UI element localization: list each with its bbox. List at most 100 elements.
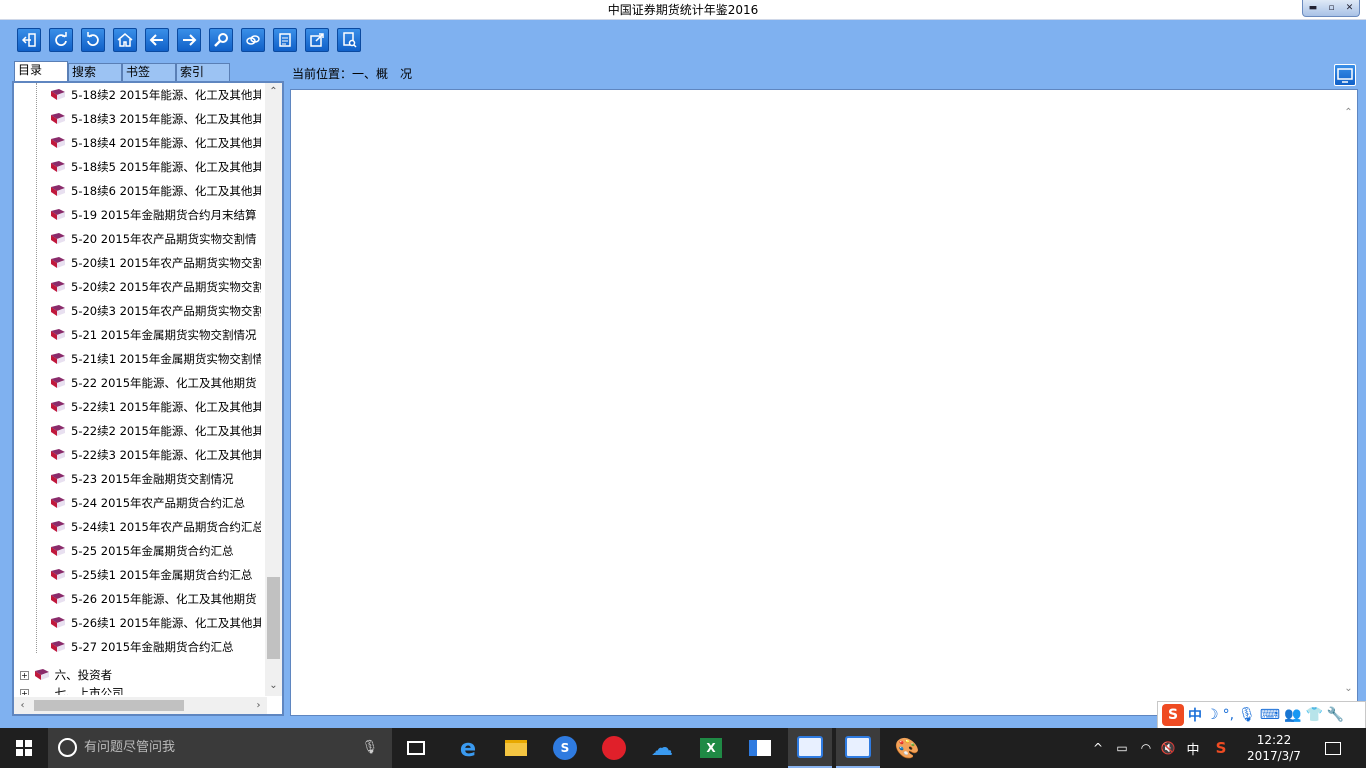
content-scrollbar[interactable]: ⌃ ⌄ xyxy=(1340,90,1357,715)
tree-item[interactable]: 5-20续3 2015年农产品期货实物交割 xyxy=(44,299,261,323)
tree-item-label: 5-22续1 2015年能源、化工及其他其 xyxy=(71,400,261,414)
tray-sogou[interactable]: S xyxy=(1210,728,1232,768)
start-button[interactable] xyxy=(0,728,48,768)
taskbar-app[interactable] xyxy=(744,728,776,768)
scroll-down-icon[interactable]: ⌄ xyxy=(265,677,282,694)
taskbar-search-box[interactable]: 有问题尽管问我 🎙 xyxy=(48,728,392,768)
tree-item[interactable]: 5-22 2015年能源、化工及其他期货 xyxy=(44,371,261,395)
tree-item[interactable]: 5-22续3 2015年能源、化工及其他其 xyxy=(44,443,261,467)
close-icon[interactable]: ✕ xyxy=(1346,0,1354,18)
sogou-logo-icon[interactable]: S xyxy=(1162,704,1184,726)
tree-item[interactable]: 5-20 2015年农产品期货实物交割情 xyxy=(44,227,261,251)
tree-section-label: 六、投资者 xyxy=(54,668,113,682)
back-button[interactable] xyxy=(145,28,169,52)
find-in-page-button[interactable] xyxy=(337,28,361,52)
folder-icon xyxy=(505,740,527,756)
tree-item[interactable]: 5-18续3 2015年能源、化工及其他其 xyxy=(44,107,261,131)
expand-icon[interactable]: + xyxy=(20,689,29,695)
expand-icon[interactable]: + xyxy=(20,671,29,680)
taskbar-excel[interactable]: X xyxy=(695,728,727,768)
document-view[interactable]: ⌃ ⌄ xyxy=(290,89,1358,716)
taskbar-edge[interactable]: e xyxy=(452,728,484,768)
tree-item[interactable]: 5-24续1 2015年农产品期货合约汇总 xyxy=(44,515,261,539)
search-button[interactable] xyxy=(209,28,233,52)
taskbar-yearbook-reader[interactable] xyxy=(788,728,832,768)
book-icon xyxy=(51,113,65,124)
scroll-up-icon[interactable]: ⌃ xyxy=(1340,104,1357,121)
forward-button[interactable] xyxy=(177,28,201,52)
exit-button[interactable] xyxy=(17,28,41,52)
refresh-icon xyxy=(55,32,67,46)
tree-item[interactable]: 5-18续6 2015年能源、化工及其他其 xyxy=(44,179,261,203)
tree-item[interactable]: 5-23 2015年金融期货交割情况 xyxy=(44,467,261,491)
refresh-button[interactable] xyxy=(49,28,73,52)
tree-item[interactable]: 5-20续2 2015年农产品期货实物交割 xyxy=(44,275,261,299)
tree-item[interactable]: 5-26 2015年能源、化工及其他期货 xyxy=(44,587,261,611)
microphone-icon[interactable]: 🎙 xyxy=(361,728,378,768)
tray-battery[interactable]: ▭ xyxy=(1112,728,1132,768)
microphone-icon[interactable]: 🎙 xyxy=(1238,707,1256,723)
tray-clock[interactable]: 12:22 2017/3/7 xyxy=(1238,728,1310,768)
scrollbar-thumb[interactable] xyxy=(267,577,280,659)
tree-vertical-scrollbar[interactable]: ⌃ ⌄ xyxy=(265,83,282,696)
maximize-icon[interactable]: ▫ xyxy=(1328,0,1334,18)
scroll-up-icon[interactable]: ⌃ xyxy=(265,83,282,100)
tree-item[interactable]: 5-26续1 2015年能源、化工及其他其 xyxy=(44,611,261,635)
home-button[interactable] xyxy=(113,28,137,52)
scroll-left-icon[interactable]: ‹ xyxy=(14,697,31,714)
tree-item[interactable]: 5-22续2 2015年能源、化工及其他其 xyxy=(44,419,261,443)
tree-item[interactable]: 5-19 2015年金融期货合约月末结算 xyxy=(44,203,261,227)
tree-item[interactable]: 5-18续5 2015年能源、化工及其他其 xyxy=(44,155,261,179)
tree-item[interactable]: 5-20续1 2015年农产品期货实物交割 xyxy=(44,251,261,275)
taskbar-paint[interactable]: 🎨 xyxy=(891,728,923,768)
tree-item[interactable]: 5-21续1 2015年金属期货实物交割情 xyxy=(44,347,261,371)
tree-item[interactable]: 5-27 2015年金融期货合约汇总 xyxy=(44,635,261,659)
taskbar-yearbook-reader-2[interactable] xyxy=(836,728,880,768)
tree-item[interactable]: 5-25续1 2015年金属期货合约汇总 xyxy=(44,563,261,587)
tray-network[interactable]: ◠ xyxy=(1136,728,1156,768)
tree-item-label: 5-22 2015年能源、化工及其他期货 xyxy=(71,376,257,390)
tray-volume[interactable]: 🔇 xyxy=(1158,728,1178,768)
reload-button[interactable] xyxy=(81,28,105,52)
user-icon[interactable]: 👥 xyxy=(1284,707,1301,723)
tray-ime[interactable]: 中 xyxy=(1182,728,1204,768)
wrench-icon[interactable]: 🔧 xyxy=(1327,707,1344,723)
action-center-button[interactable] xyxy=(1318,728,1348,768)
link-button[interactable] xyxy=(241,28,265,52)
tree-item[interactable]: 5-21 2015年金属期货实物交割情况 xyxy=(44,323,261,347)
tree-item[interactable]: 5-24 2015年农产品期货合约汇总 xyxy=(44,491,261,515)
book-icon xyxy=(51,305,65,316)
tree-section-row[interactable]: + 七、上市公司 xyxy=(20,681,124,695)
export-button[interactable] xyxy=(305,28,329,52)
tab-search[interactable]: 搜索 xyxy=(68,63,122,81)
ime-mode-toggle[interactable]: 中 xyxy=(1188,705,1202,725)
tree-item[interactable]: 5-18续4 2015年能源、化工及其他其 xyxy=(44,131,261,155)
punctuation-icon[interactable]: °, xyxy=(1223,707,1234,723)
tab-contents[interactable]: 目录 xyxy=(14,61,68,82)
task-view-button[interactable] xyxy=(400,728,432,768)
notes-button[interactable] xyxy=(273,28,297,52)
taskbar-sogou-browser[interactable]: S xyxy=(549,728,581,768)
tree-horizontal-scrollbar[interactable]: ‹ › xyxy=(14,697,267,714)
tree-item[interactable]: 5-18续2 2015年能源、化工及其他其 xyxy=(44,83,261,107)
fullscreen-button[interactable] xyxy=(1334,64,1356,86)
scroll-right-icon[interactable]: › xyxy=(250,697,267,714)
tree-item[interactable]: 5-22续1 2015年能源、化工及其他其 xyxy=(44,395,261,419)
tree-item-label: 5-18续2 2015年能源、化工及其他其 xyxy=(71,88,261,102)
taskbar-netease-music[interactable] xyxy=(598,728,630,768)
tab-bookmarks[interactable]: 书签 xyxy=(122,63,176,81)
moon-icon[interactable]: ☽ xyxy=(1206,707,1219,723)
taskbar: 有问题尽管问我 🎙 e S ☁ X 🎨 ^ ▭ ◠ 🔇 中 S 12:22 20… xyxy=(0,728,1366,768)
keyboard-icon[interactable]: ⌨ xyxy=(1260,707,1280,723)
tree-section-label: 七、上市公司 xyxy=(54,686,124,695)
taskbar-baidu-netdisk[interactable]: ☁ xyxy=(646,728,678,768)
show-hidden-icons[interactable]: ^ xyxy=(1088,728,1108,768)
skin-icon[interactable]: 👕 xyxy=(1305,707,1322,723)
taskbar-explorer[interactable] xyxy=(500,728,532,768)
tree-item-label: 5-21续1 2015年金属期货实物交割情 xyxy=(71,352,261,366)
scrollbar-thumb[interactable] xyxy=(34,700,184,711)
scroll-down-icon[interactable]: ⌄ xyxy=(1340,680,1357,697)
tree-item[interactable]: 5-25 2015年金属期货合约汇总 xyxy=(44,539,261,563)
tab-index[interactable]: 索引 xyxy=(176,63,230,81)
minimize-icon[interactable]: ▬ xyxy=(1309,0,1318,18)
